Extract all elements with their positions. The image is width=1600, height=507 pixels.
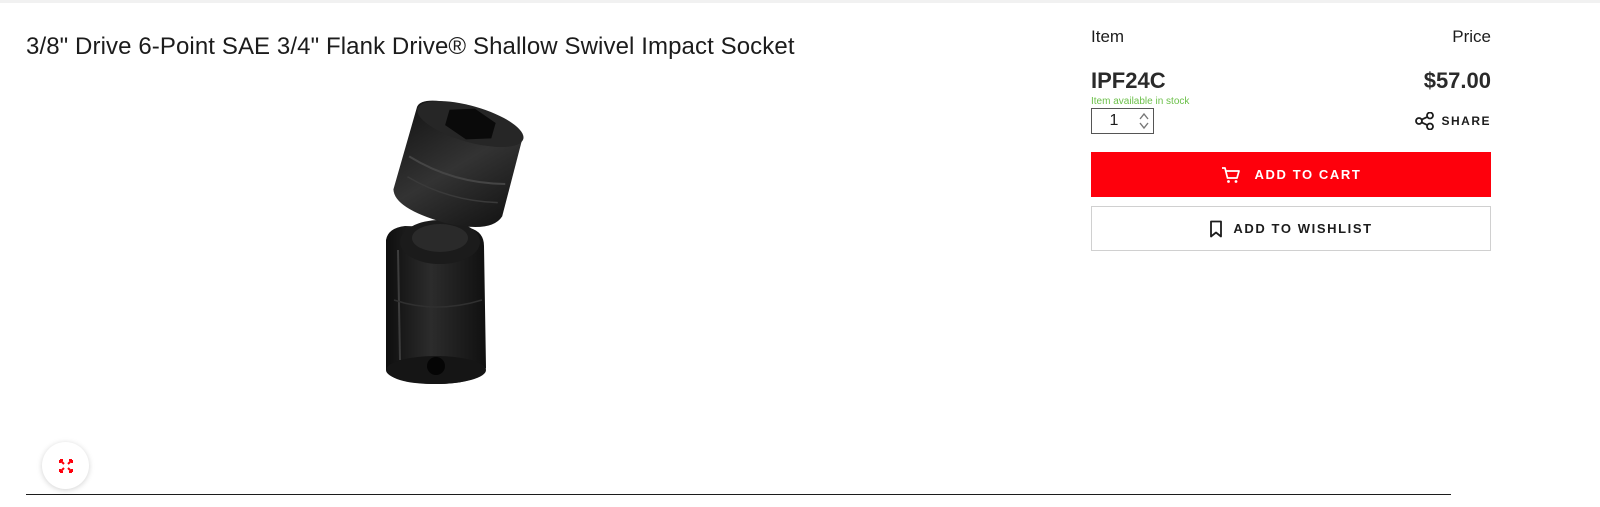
product-image xyxy=(370,100,540,390)
bookmark-icon xyxy=(1210,220,1223,237)
cart-icon xyxy=(1221,166,1240,183)
expand-arrows-icon xyxy=(58,458,73,473)
swivel-impact-socket-image xyxy=(386,100,524,384)
top-divider xyxy=(0,0,1600,3)
add-to-wishlist-button[interactable]: ADD TO WISHLIST xyxy=(1091,206,1491,251)
quantity-value[interactable]: 1 xyxy=(1092,112,1136,130)
expand-image-button[interactable] xyxy=(42,442,89,489)
share-icon xyxy=(1415,112,1435,130)
stock-status: Item available in stock xyxy=(1091,96,1190,107)
stepper-arrows-icon[interactable] xyxy=(1136,109,1152,133)
share-button[interactable]: SHARE xyxy=(1415,112,1491,130)
item-sku: IPF24C xyxy=(1091,68,1166,93)
add-to-cart-button[interactable]: ADD TO CART xyxy=(1091,152,1491,197)
price-column-header: Price xyxy=(1452,27,1491,46)
quantity-stepper[interactable]: 1 xyxy=(1091,108,1154,134)
product-title: 3/8" Drive 6-Point SAE 3/4" Flank Drive®… xyxy=(26,33,795,60)
bottom-divider xyxy=(26,494,1451,495)
share-label: SHARE xyxy=(1441,114,1491,128)
item-price: $57.00 xyxy=(1423,68,1491,93)
add-to-wishlist-label: ADD TO WISHLIST xyxy=(1233,221,1373,236)
add-to-cart-label: ADD TO CART xyxy=(1254,167,1362,182)
item-column-header: Item xyxy=(1091,27,1125,46)
